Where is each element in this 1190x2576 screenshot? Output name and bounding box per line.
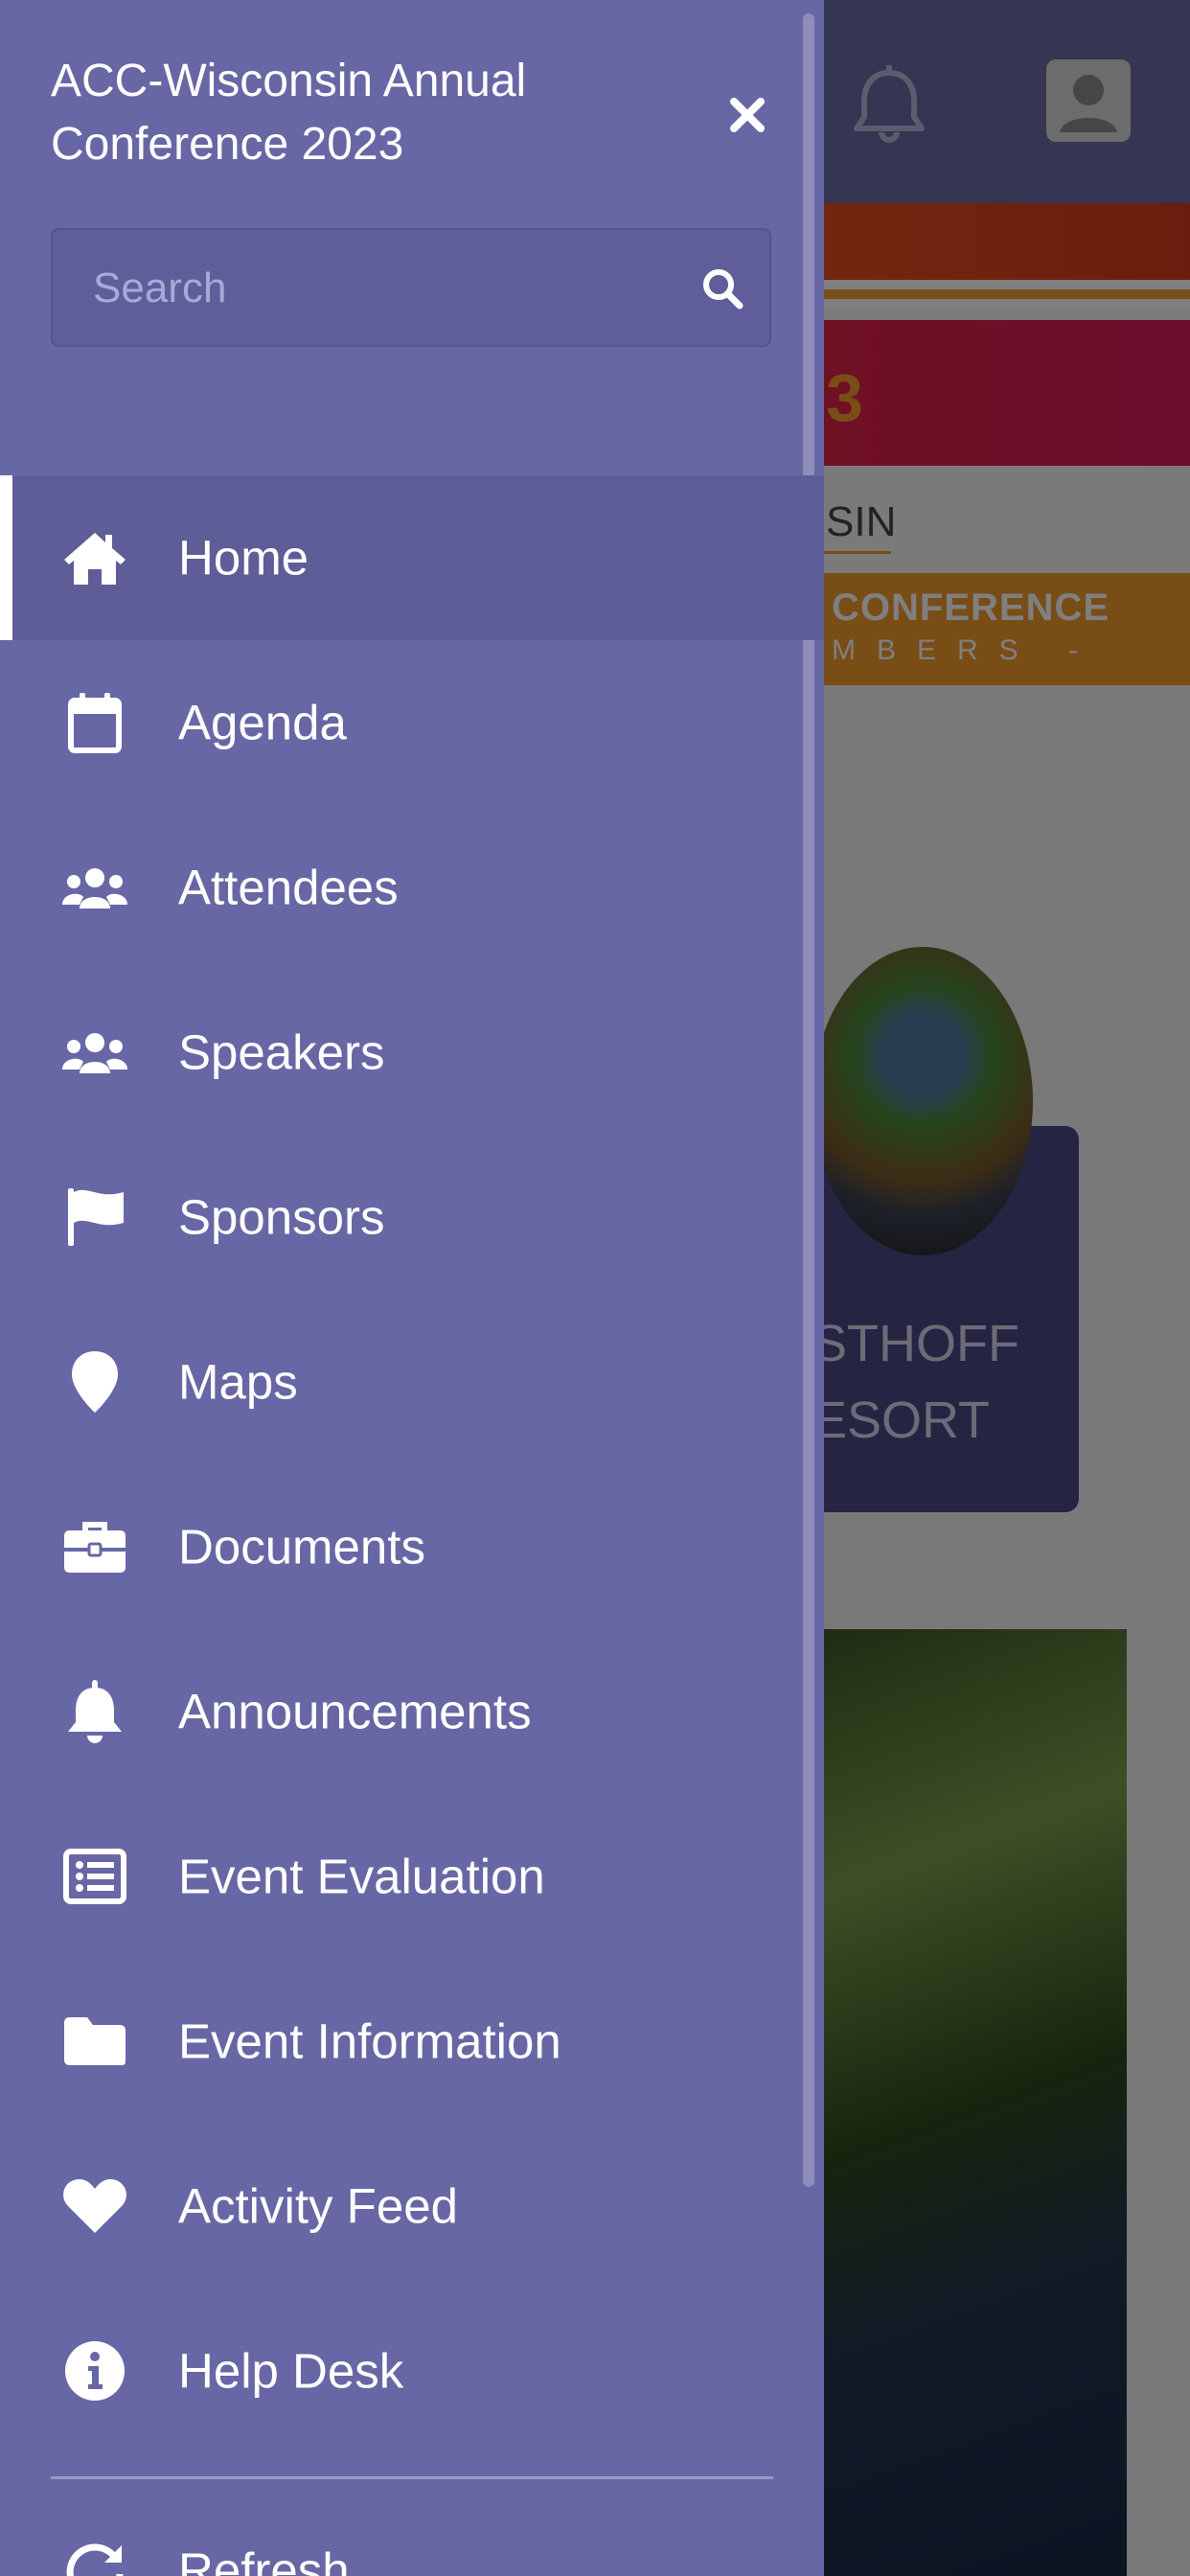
map-marker-icon [61, 1348, 128, 1415]
menu-item-maps[interactable]: Maps [0, 1300, 824, 1464]
close-drawer-button[interactable] [721, 88, 774, 142]
menu-item-event-evaluation[interactable]: Event Evaluation [0, 1794, 824, 1959]
event-title: ACC-Wisconsin Annual Conference 2023 [51, 56, 527, 170]
menu-item-activity-feed[interactable]: Activity Feed [0, 2124, 824, 2288]
bell-icon [61, 1678, 128, 1745]
menu-item-home[interactable]: Home [0, 475, 824, 640]
menu-item-attendees[interactable]: Attendees [0, 805, 824, 970]
users-icon [61, 854, 128, 921]
info-icon [61, 2337, 128, 2404]
folder-icon [61, 2008, 128, 2075]
menu-item-announcements[interactable]: Announcements [0, 1629, 824, 1794]
list-icon [61, 1843, 128, 1910]
search-field[interactable] [51, 228, 771, 347]
search-icon[interactable] [700, 266, 744, 310]
heart-icon [61, 2173, 128, 2240]
drawer-menu: Home Agenda Attendees Speakers Sponsors … [0, 475, 824, 2453]
menu-item-agenda[interactable]: Agenda [0, 640, 824, 805]
home-icon [61, 524, 128, 591]
search-input[interactable] [91, 230, 670, 347]
menu-divider [51, 2476, 773, 2479]
menu-item-documents[interactable]: Documents [0, 1464, 824, 1629]
menu-item-help-desk[interactable]: Help Desk [0, 2288, 824, 2453]
close-icon [730, 98, 765, 132]
menu-item-sponsors[interactable]: Sponsors [0, 1135, 824, 1300]
users-icon [61, 1019, 128, 1086]
refresh-icon [61, 2537, 128, 2576]
calendar-icon [61, 689, 128, 756]
menu-item-speakers[interactable]: Speakers [0, 970, 824, 1135]
briefcase-icon [61, 1513, 128, 1580]
menu-item-event-information[interactable]: Event Information [0, 1959, 824, 2124]
menu-item-refresh[interactable]: Refresh [0, 2492, 824, 2576]
navigation-drawer: ACC-Wisconsin Annual Conference 2023 Hom… [0, 0, 824, 2576]
flag-icon [61, 1184, 128, 1251]
